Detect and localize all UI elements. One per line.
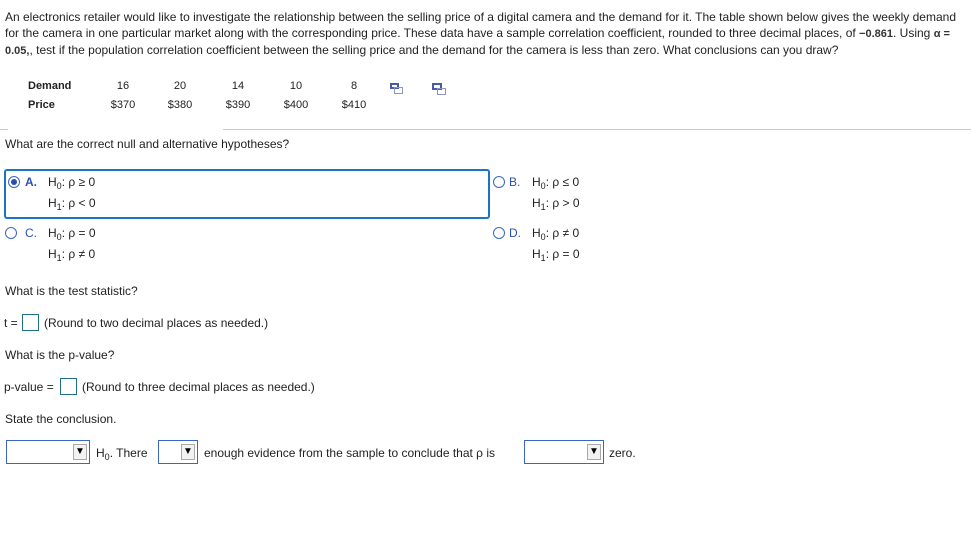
question-conclusion: State the conclusion. xyxy=(5,412,117,426)
p-value-label: p-value = xyxy=(4,380,54,394)
conclusion-middle-text: enough evidence from the sample to concl… xyxy=(204,446,495,460)
question-p-value: What is the p-value? xyxy=(5,348,115,362)
dropdown-arrow-icon[interactable]: ▼ xyxy=(73,444,87,460)
question-test-statistic: What is the test statistic? xyxy=(5,284,138,298)
table-cell: $370 xyxy=(110,99,136,111)
dropdown-arrow-icon[interactable]: ▼ xyxy=(587,444,601,460)
intro-text-2: . Using xyxy=(893,26,934,40)
table-cell: 10 xyxy=(289,80,303,92)
option-d-h0: H0: ρ ≠ 0 xyxy=(532,226,580,242)
comparison-dropdown[interactable]: ▼ xyxy=(524,440,604,464)
radio-option-d[interactable] xyxy=(493,227,505,239)
conclusion-end-text: zero. xyxy=(609,446,636,460)
radio-option-a[interactable] xyxy=(8,176,20,188)
table-cell: $390 xyxy=(225,99,251,111)
table-cell: $410 xyxy=(341,99,367,111)
option-d[interactable]: D. H0: ρ ≠ 0 H1: ρ = 0 xyxy=(488,222,788,268)
dropdown-arrow-icon[interactable]: ▼ xyxy=(181,444,195,460)
reject-decision-dropdown[interactable]: ▼ xyxy=(6,440,90,464)
option-c-h1: H1: ρ ≠ 0 xyxy=(48,247,96,263)
h0-text: H0. There xyxy=(96,446,148,462)
t-round-hint: (Round to two decimal places as needed.) xyxy=(44,316,269,330)
table-row-demand: Demand 16 20 14 10 8 xyxy=(28,80,468,99)
option-a-h1: H1: ρ < 0 xyxy=(48,196,96,212)
table-cell: $380 xyxy=(167,99,193,111)
option-b[interactable]: B. H0: ρ ≤ 0 H1: ρ > 0 xyxy=(488,170,788,216)
option-a-letter: A. xyxy=(25,175,37,189)
row-label: Demand xyxy=(28,80,72,92)
table-cell: 8 xyxy=(350,80,358,92)
radio-option-b[interactable] xyxy=(493,176,505,188)
correlation-value: −0.861 xyxy=(859,28,893,40)
option-c-letter: C. xyxy=(25,226,37,240)
option-d-h1: H1: ρ = 0 xyxy=(532,247,580,263)
option-b-h0: H0: ρ ≤ 0 xyxy=(532,175,580,191)
table-cell: 14 xyxy=(231,80,245,92)
p-value-input[interactable] xyxy=(60,378,77,395)
option-c-h0: H0: ρ = 0 xyxy=(48,226,96,242)
open-data-icon[interactable] xyxy=(432,83,446,95)
option-c[interactable]: C. H0: ρ = 0 H1: ρ ≠ 0 xyxy=(0,222,480,268)
radio-option-c[interactable] xyxy=(5,227,17,239)
option-a-h0: H0: ρ ≥ 0 xyxy=(48,175,96,191)
t-label: t = xyxy=(4,316,18,330)
row-label: Price xyxy=(28,99,55,111)
data-table: Demand 16 20 14 10 8 Price $370 $380 $39… xyxy=(28,80,468,118)
table-cell: 16 xyxy=(116,80,130,92)
option-b-letter: B. xyxy=(509,175,521,189)
intro-text-3: , test if the population correlation coe… xyxy=(29,43,839,57)
table-cell: 20 xyxy=(173,80,187,92)
option-a[interactable]: A. H0: ρ ≥ 0 H1: ρ < 0 xyxy=(0,170,480,216)
copy-data-icon[interactable] xyxy=(390,83,404,95)
intro-text: An electronics retailer would like to in… xyxy=(5,10,956,40)
p-value-round-hint: (Round to three decimal places as needed… xyxy=(82,380,315,394)
table-row-price: Price $370 $380 $390 $400 $410 xyxy=(28,99,468,118)
table-cell: $400 xyxy=(283,99,309,111)
option-d-letter: D. xyxy=(509,226,521,240)
option-b-h1: H1: ρ > 0 xyxy=(532,196,580,212)
problem-statement: An electronics retailer would like to in… xyxy=(5,9,965,59)
t-statistic-input[interactable] xyxy=(22,314,39,331)
evidence-dropdown[interactable]: ▼ xyxy=(158,440,198,464)
question-hypotheses: What are the correct null and alternativ… xyxy=(5,137,290,151)
separator-right xyxy=(223,129,971,130)
separator-left xyxy=(0,129,8,130)
